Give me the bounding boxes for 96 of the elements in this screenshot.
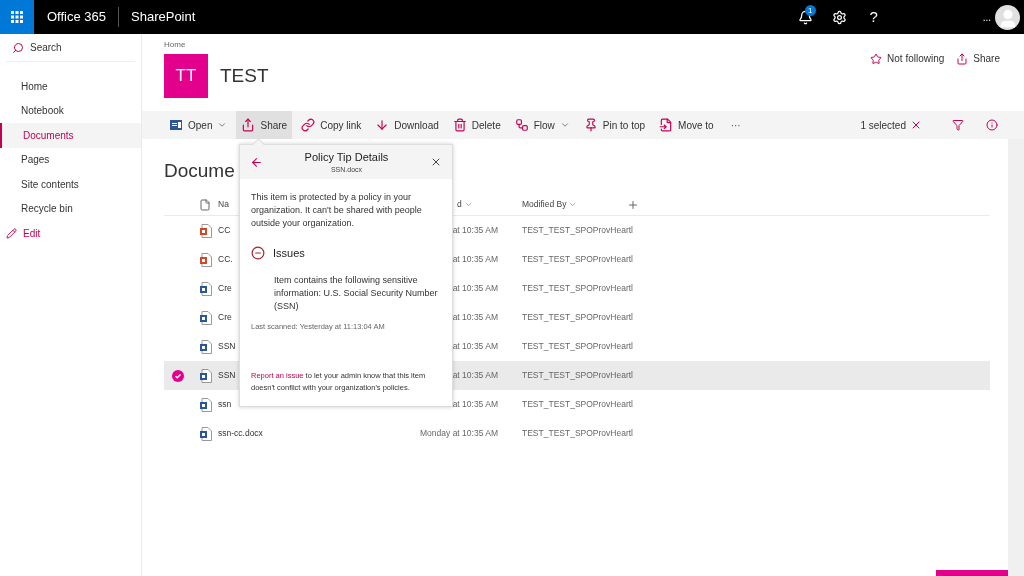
- chevron-icon: [568, 200, 578, 209]
- file-name[interactable]: CC.: [218, 254, 233, 265]
- chevron-icon: [217, 120, 228, 130]
- file-icon: [200, 339, 212, 354]
- modified-date: at 10:35 AM: [452, 282, 498, 295]
- more-commands-button[interactable]: ···: [722, 117, 749, 133]
- grid-icon: [11, 11, 23, 23]
- modified-by: TEST_TEST_SPOProvHeartl: [522, 224, 633, 237]
- star-icon: [870, 52, 883, 65]
- nav-item[interactable]: Notebook: [0, 98, 141, 123]
- command-button[interactable]: Move to: [654, 111, 719, 139]
- file-icon: [200, 223, 212, 238]
- file-icon: [200, 252, 212, 267]
- trash-icon: [452, 118, 467, 132]
- pin-icon: [583, 118, 598, 132]
- column-header[interactable]: Modified By: [522, 198, 567, 211]
- file-name[interactable]: SSN: [218, 341, 236, 352]
- add-column-icon[interactable]: [627, 198, 639, 211]
- command-button[interactable]: Delete: [447, 111, 506, 139]
- nav-item[interactable]: Pages: [0, 147, 141, 172]
- modified-by: TEST_TEST_SPOProvHeartl: [522, 427, 633, 440]
- search-field[interactable]: Search: [30, 40, 130, 55]
- follow-button[interactable]: Not following: [870, 51, 945, 66]
- site-title: TEST: [220, 63, 269, 88]
- nav-item[interactable]: Home: [0, 74, 141, 99]
- share-icon: [241, 118, 256, 132]
- command-button[interactable]: Pin to top: [578, 111, 651, 139]
- share-button[interactable]: Share: [956, 51, 1000, 66]
- pencil-icon: [6, 227, 17, 239]
- issues-heading: Issues: [273, 246, 305, 261]
- file-name[interactable]: CC: [218, 225, 231, 236]
- breadcrumb[interactable]: Home: [164, 39, 269, 51]
- nav-item[interactable]: Recycle bin: [0, 196, 141, 221]
- app-name[interactable]: SharePoint: [131, 7, 196, 27]
- modified-date: at 10:35 AM: [452, 224, 498, 237]
- file-icon: [200, 368, 212, 383]
- file-name[interactable]: SSN: [218, 370, 236, 381]
- share-icon: [956, 52, 969, 65]
- modified-date: at 10:35 AM: [452, 253, 498, 266]
- nav-item[interactable]: Documents: [0, 123, 141, 148]
- command-button[interactable]: Copy link: [296, 111, 367, 139]
- chevron-icon: [559, 120, 570, 130]
- file-type-icon: [199, 198, 211, 211]
- file-icon: [200, 426, 212, 441]
- check-icon[interactable]: [171, 369, 184, 382]
- filter-icon[interactable]: [952, 119, 964, 131]
- flow-icon: [514, 118, 529, 132]
- modified-by: TEST_TEST_SPOProvHeartl: [522, 398, 633, 411]
- selection-count: 1 selected: [860, 118, 906, 133]
- notification-badge: 1: [804, 5, 816, 16]
- back-icon[interactable]: [250, 155, 263, 169]
- close-icon[interactable]: [430, 156, 442, 168]
- file-name[interactable]: ssn: [218, 399, 232, 410]
- search-icon: [12, 41, 24, 54]
- modified-date: at 10:35 AM: [452, 398, 498, 411]
- policy-message: This item is protected by a policy in your organization. It can't be shared with people outside your organization.: [251, 191, 423, 230]
- settings-icon[interactable]: [832, 9, 848, 25]
- edit-link[interactable]: Edit: [23, 225, 41, 241]
- file-name[interactable]: ssn-cc.docx: [218, 428, 263, 439]
- notification-icon[interactable]: [798, 9, 814, 25]
- file-icon: [200, 397, 212, 412]
- app-launcher-button[interactable]: [0, 0, 34, 34]
- nav-item[interactable]: Site contents: [0, 172, 141, 197]
- column-header[interactable]: d: [457, 198, 462, 211]
- modified-by: TEST_TEST_SPOProvHeartl: [522, 282, 633, 295]
- command-button[interactable]: Share: [236, 111, 293, 139]
- popup-title: Policy Tip Details: [304, 149, 389, 165]
- link-icon: [301, 118, 316, 132]
- file-name[interactable]: Cre: [218, 283, 232, 294]
- modified-by: TEST_TEST_SPOProvHeartl: [522, 369, 633, 382]
- command-button[interactable]: Download: [370, 111, 444, 139]
- file-name[interactable]: Cre: [218, 312, 232, 323]
- issue-text: Item contains the following sensitive information: U.S. Social Security Number (SSN): [274, 273, 439, 313]
- modified-date: at 10:35 AM: [452, 340, 498, 353]
- modified-by: TEST_TEST_SPOProvHeartl: [522, 311, 633, 324]
- avatar[interactable]: [995, 4, 1020, 30]
- modified-by: TEST_TEST_SPOProvHeartl: [522, 253, 633, 266]
- modified-by: TEST_TEST_SPOProvHeartl: [522, 340, 633, 353]
- modified-date: at 10:35 AM: [452, 311, 498, 324]
- chevron-icon: [463, 200, 473, 209]
- info-icon[interactable]: [986, 119, 998, 131]
- clear-selection-icon[interactable]: [910, 119, 922, 131]
- modified-date: Monday at 10:35 AM: [420, 427, 498, 440]
- blocked-icon: [251, 246, 265, 261]
- document-icon: [169, 118, 183, 132]
- library-title: Docume: [164, 159, 235, 183]
- command-button[interactable]: Flow: [509, 111, 575, 139]
- more-button[interactable]: ...: [982, 9, 991, 25]
- file-icon: [200, 281, 212, 296]
- move-icon: [659, 118, 674, 132]
- file-icon: [200, 310, 212, 325]
- command-button[interactable]: Open: [164, 111, 233, 139]
- help-button[interactable]: ?: [856, 5, 891, 29]
- modified-date: at 10:35 AM: [452, 369, 498, 382]
- brand-name[interactable]: Office 365: [47, 7, 119, 27]
- site-logo: TT: [164, 54, 208, 98]
